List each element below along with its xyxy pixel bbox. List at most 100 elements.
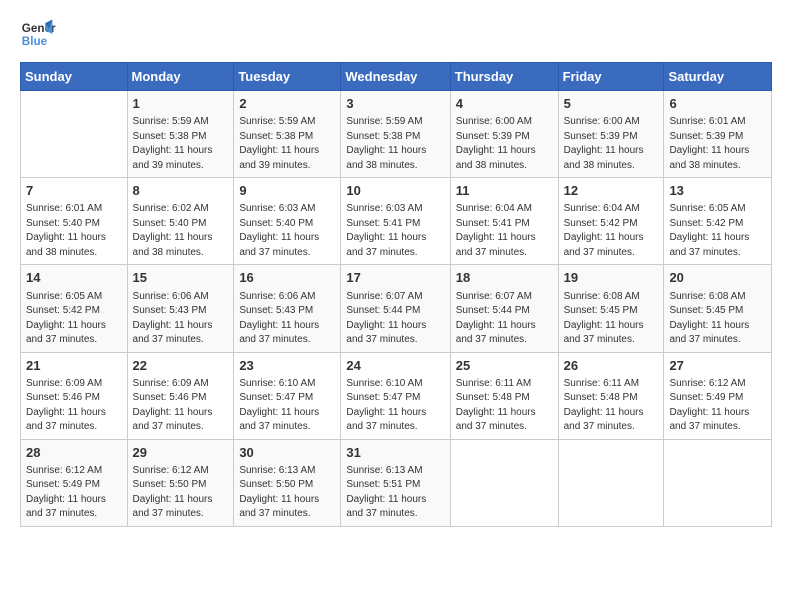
- day-detail: Sunrise: 6:12 AM Sunset: 5:49 PM Dayligh…: [26, 464, 122, 522]
- calendar-cell: 30Sunrise: 6:13 AM Sunset: 5:50 PM Dayli…: [234, 439, 341, 526]
- day-detail: Sunrise: 6:00 AM Sunset: 5:39 PM Dayligh…: [564, 115, 659, 173]
- calendar-cell: 22 Sunrise: 6:09 AM Sunset: 5:46 PM Dayli…: [127, 352, 234, 439]
- calendar-cell: 20 Sunrise: 6:08 AM Sunset: 5:45 PM Dayli…: [664, 265, 772, 352]
- day-number: 19: [564, 269, 659, 287]
- logo: General Blue: [20, 16, 56, 52]
- calendar-cell: 8 Sunrise: 6:02 AM Sunset: 5:40 PM Daylig…: [127, 178, 234, 265]
- calendar-cell: 7 Sunrise: 6:01 AM Sunset: 5:40 PM Daylig…: [21, 178, 128, 265]
- day-number: 12: [564, 182, 659, 200]
- day-number: 23: [239, 357, 335, 375]
- header: General Blue: [20, 16, 772, 52]
- day-detail: Sunrise: 6:06 AM Sunset: 5:43 PM Dayligh…: [133, 290, 229, 348]
- day-detail: Sunrise: 6:08 AM Sunset: 5:45 PM Dayligh…: [669, 290, 766, 348]
- day-header-saturday: Saturday: [664, 63, 772, 91]
- day-detail: Sunrise: 6:12 AM Sunset: 5:49 PM Dayligh…: [669, 377, 766, 435]
- calendar-cell: 4 Sunrise: 6:00 AM Sunset: 5:39 PM Daylig…: [450, 91, 558, 178]
- calendar-week-row: 28 Sunrise: 6:12 AM Sunset: 5:49 PM Dayli…: [21, 439, 772, 526]
- day-detail: Sunrise: 6:00 AM Sunset: 5:39 PM Dayligh…: [456, 115, 553, 173]
- calendar-cell: 15 Sunrise: 6:06 AM Sunset: 5:43 PM Dayli…: [127, 265, 234, 352]
- calendar-week-row: 21Sunrise: 6:09 AM Sunset: 5:46 PM Dayli…: [21, 352, 772, 439]
- calendar-week-row: 1Sunrise: 5:59 AM Sunset: 5:38 PM Daylig…: [21, 91, 772, 178]
- day-detail: Sunrise: 6:13 AM Sunset: 5:50 PM Dayligh…: [239, 464, 335, 522]
- calendar-cell: 19 Sunrise: 6:08 AM Sunset: 5:45 PM Dayli…: [558, 265, 664, 352]
- day-number: 24: [346, 357, 444, 375]
- calendar-cell: 18 Sunrise: 6:07 AM Sunset: 5:44 PM Dayli…: [450, 265, 558, 352]
- calendar-cell: 23 Sunrise: 6:10 AM Sunset: 5:47 PM Dayli…: [234, 352, 341, 439]
- calendar-cell: 21Sunrise: 6:09 AM Sunset: 5:46 PM Dayli…: [21, 352, 128, 439]
- day-detail: Sunrise: 6:04 AM Sunset: 5:41 PM Dayligh…: [456, 202, 553, 260]
- svg-text:Blue: Blue: [22, 35, 48, 48]
- day-detail: Sunrise: 5:59 AM Sunset: 5:38 PM Dayligh…: [133, 115, 229, 173]
- day-number: 7: [26, 182, 122, 200]
- calendar-cell: 14 Sunrise: 6:05 AM Sunset: 5:42 PM Dayli…: [21, 265, 128, 352]
- calendar-cell: 26Sunrise: 6:11 AM Sunset: 5:48 PM Dayli…: [558, 352, 664, 439]
- calendar-cell: 29 Sunrise: 6:12 AM Sunset: 5:50 PM Dayli…: [127, 439, 234, 526]
- calendar-week-row: 14 Sunrise: 6:05 AM Sunset: 5:42 PM Dayli…: [21, 265, 772, 352]
- day-number: 14: [26, 269, 122, 287]
- day-detail: Sunrise: 6:02 AM Sunset: 5:40 PM Dayligh…: [133, 202, 229, 260]
- day-number: 20: [669, 269, 766, 287]
- day-number: 31: [346, 444, 444, 462]
- day-detail: Sunrise: 5:59 AM Sunset: 5:38 PM Dayligh…: [239, 115, 335, 173]
- calendar-cell: 17 Sunrise: 6:07 AM Sunset: 5:44 PM Dayli…: [341, 265, 450, 352]
- calendar-cell: 6Sunrise: 6:01 AM Sunset: 5:39 PM Daylig…: [664, 91, 772, 178]
- day-detail: Sunrise: 6:05 AM Sunset: 5:42 PM Dayligh…: [26, 290, 122, 348]
- day-header-wednesday: Wednesday: [341, 63, 450, 91]
- day-detail: Sunrise: 6:11 AM Sunset: 5:48 PM Dayligh…: [456, 377, 553, 435]
- calendar-cell: [21, 91, 128, 178]
- day-number: 22: [133, 357, 229, 375]
- calendar-header-row: SundayMondayTuesdayWednesdayThursdayFrid…: [21, 63, 772, 91]
- calendar-cell: 16Sunrise: 6:06 AM Sunset: 5:43 PM Dayli…: [234, 265, 341, 352]
- day-detail: Sunrise: 6:03 AM Sunset: 5:41 PM Dayligh…: [346, 202, 444, 260]
- day-header-tuesday: Tuesday: [234, 63, 341, 91]
- day-detail: Sunrise: 6:12 AM Sunset: 5:50 PM Dayligh…: [133, 464, 229, 522]
- day-detail: Sunrise: 6:09 AM Sunset: 5:46 PM Dayligh…: [133, 377, 229, 435]
- day-detail: Sunrise: 6:01 AM Sunset: 5:39 PM Dayligh…: [669, 115, 766, 173]
- day-detail: Sunrise: 6:07 AM Sunset: 5:44 PM Dayligh…: [456, 290, 553, 348]
- day-detail: Sunrise: 6:05 AM Sunset: 5:42 PM Dayligh…: [669, 202, 766, 260]
- day-number: 25: [456, 357, 553, 375]
- calendar-cell: 2 Sunrise: 5:59 AM Sunset: 5:38 PM Daylig…: [234, 91, 341, 178]
- calendar-table: SundayMondayTuesdayWednesdayThursdayFrid…: [20, 62, 772, 527]
- calendar-cell: 27Sunrise: 6:12 AM Sunset: 5:49 PM Dayli…: [664, 352, 772, 439]
- day-number: 28: [26, 444, 122, 462]
- day-detail: Sunrise: 6:11 AM Sunset: 5:48 PM Dayligh…: [564, 377, 659, 435]
- calendar-cell: 1Sunrise: 5:59 AM Sunset: 5:38 PM Daylig…: [127, 91, 234, 178]
- day-detail: Sunrise: 6:06 AM Sunset: 5:43 PM Dayligh…: [239, 290, 335, 348]
- calendar-cell: 10Sunrise: 6:03 AM Sunset: 5:41 PM Dayli…: [341, 178, 450, 265]
- day-header-sunday: Sunday: [21, 63, 128, 91]
- day-number: 5: [564, 95, 659, 113]
- day-detail: Sunrise: 6:08 AM Sunset: 5:45 PM Dayligh…: [564, 290, 659, 348]
- calendar-cell: [664, 439, 772, 526]
- calendar-cell: 28 Sunrise: 6:12 AM Sunset: 5:49 PM Dayli…: [21, 439, 128, 526]
- day-detail: Sunrise: 6:01 AM Sunset: 5:40 PM Dayligh…: [26, 202, 122, 260]
- day-header-monday: Monday: [127, 63, 234, 91]
- day-number: 2: [239, 95, 335, 113]
- calendar-cell: 9Sunrise: 6:03 AM Sunset: 5:40 PM Daylig…: [234, 178, 341, 265]
- day-header-friday: Friday: [558, 63, 664, 91]
- day-detail: Sunrise: 6:10 AM Sunset: 5:47 PM Dayligh…: [346, 377, 444, 435]
- day-detail: Sunrise: 6:07 AM Sunset: 5:44 PM Dayligh…: [346, 290, 444, 348]
- day-number: 9: [239, 182, 335, 200]
- day-number: 18: [456, 269, 553, 287]
- day-number: 15: [133, 269, 229, 287]
- day-detail: Sunrise: 6:13 AM Sunset: 5:51 PM Dayligh…: [346, 464, 444, 522]
- calendar-cell: 25 Sunrise: 6:11 AM Sunset: 5:48 PM Dayli…: [450, 352, 558, 439]
- logo-icon: General Blue: [20, 16, 56, 52]
- calendar-cell: 31 Sunrise: 6:13 AM Sunset: 5:51 PM Dayli…: [341, 439, 450, 526]
- day-number: 13: [669, 182, 766, 200]
- calendar-cell: 24 Sunrise: 6:10 AM Sunset: 5:47 PM Dayli…: [341, 352, 450, 439]
- day-detail: Sunrise: 6:10 AM Sunset: 5:47 PM Dayligh…: [239, 377, 335, 435]
- calendar-cell: [450, 439, 558, 526]
- calendar-week-row: 7 Sunrise: 6:01 AM Sunset: 5:40 PM Daylig…: [21, 178, 772, 265]
- day-number: 4: [456, 95, 553, 113]
- day-detail: Sunrise: 5:59 AM Sunset: 5:38 PM Dayligh…: [346, 115, 444, 173]
- calendar-cell: 5 Sunrise: 6:00 AM Sunset: 5:39 PM Daylig…: [558, 91, 664, 178]
- day-number: 29: [133, 444, 229, 462]
- day-number: 17: [346, 269, 444, 287]
- calendar-cell: 12Sunrise: 6:04 AM Sunset: 5:42 PM Dayli…: [558, 178, 664, 265]
- day-number: 11: [456, 182, 553, 200]
- calendar-cell: 11 Sunrise: 6:04 AM Sunset: 5:41 PM Dayli…: [450, 178, 558, 265]
- day-number: 8: [133, 182, 229, 200]
- day-number: 3: [346, 95, 444, 113]
